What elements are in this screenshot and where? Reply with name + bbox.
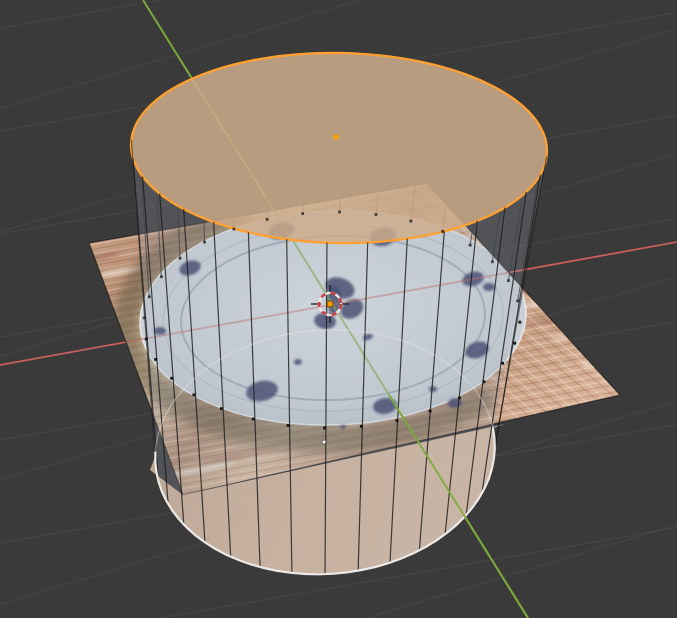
vertex-dot bbox=[518, 321, 521, 324]
vertex-dot bbox=[501, 362, 504, 365]
vertex-dot bbox=[252, 418, 255, 421]
vertex-dot bbox=[170, 377, 173, 380]
vertex-dot bbox=[396, 419, 399, 422]
vertex-dot bbox=[287, 424, 290, 427]
median-point-dot bbox=[334, 135, 339, 140]
vertex-dot bbox=[360, 425, 363, 428]
vertex-dot bbox=[409, 220, 412, 223]
vertex-dot bbox=[375, 213, 378, 216]
vertex-dot bbox=[266, 218, 269, 221]
vertex-dot bbox=[483, 380, 486, 383]
viewport-3d[interactable] bbox=[0, 0, 677, 618]
vertex-dot bbox=[516, 300, 519, 303]
vertex-dot bbox=[323, 427, 326, 430]
vertex-dot bbox=[338, 211, 341, 214]
vertex-dot bbox=[232, 228, 235, 231]
vertex-dot bbox=[154, 358, 157, 361]
vertex-dot bbox=[441, 230, 444, 233]
vertex-dot bbox=[458, 396, 461, 399]
viewport-canvas[interactable] bbox=[0, 0, 677, 618]
vertex-dot bbox=[469, 244, 472, 247]
vertex-dot bbox=[507, 279, 510, 282]
vertex-dot bbox=[192, 393, 195, 396]
active-vertex[interactable] bbox=[322, 440, 325, 443]
vertex-dot bbox=[513, 342, 516, 345]
vertex-dot bbox=[491, 260, 494, 263]
origin-dot bbox=[327, 301, 332, 306]
vertex-dot bbox=[179, 257, 182, 260]
vertex-dot bbox=[203, 241, 206, 244]
vertex-dot bbox=[143, 316, 146, 319]
vertex-dot bbox=[160, 275, 163, 278]
vertex-dot bbox=[429, 410, 432, 413]
vertex-dot bbox=[145, 338, 148, 341]
vertex-dot bbox=[148, 295, 151, 298]
vertex-dot bbox=[220, 407, 223, 410]
vertex-dot bbox=[301, 212, 304, 215]
